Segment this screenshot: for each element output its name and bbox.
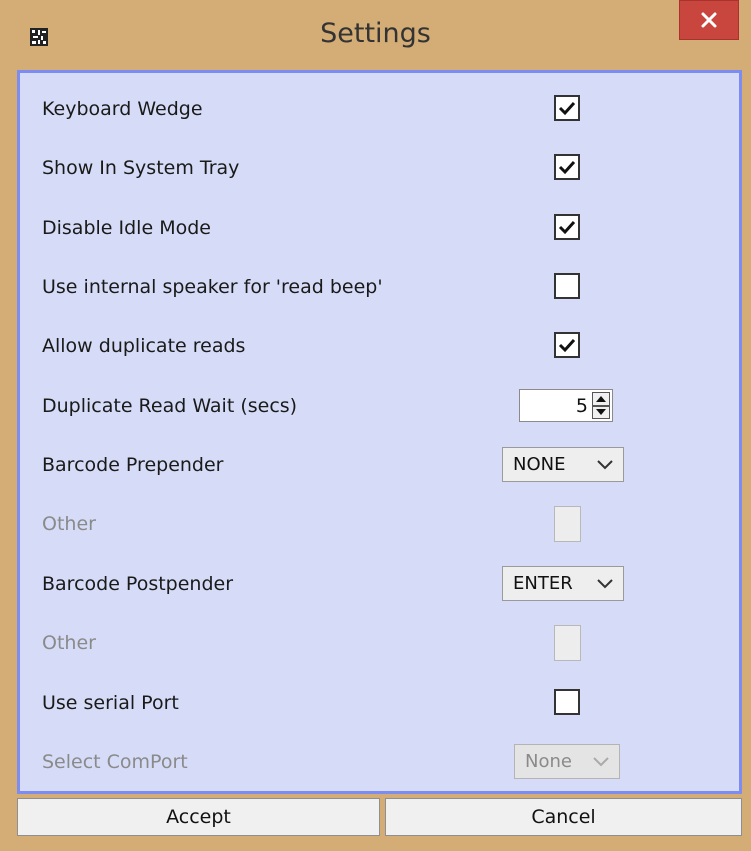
- allow-duplicates-checkbox[interactable]: [554, 332, 580, 358]
- com-port-label: Select ComPort: [42, 751, 188, 773]
- serial-port-label: Use serial Port: [42, 692, 179, 714]
- disable-idle-checkbox[interactable]: [554, 214, 580, 240]
- row-keyboard-wedge: Keyboard Wedge: [20, 89, 739, 129]
- cancel-button[interactable]: Cancel: [385, 798, 742, 836]
- show-in-tray-label: Show In System Tray: [42, 157, 240, 179]
- settings-panel: Keyboard Wedge Show In System Tray Disab…: [17, 70, 742, 794]
- com-port-value: None: [525, 751, 572, 772]
- prepender-value: NONE: [513, 454, 566, 475]
- checkmark-icon: [558, 220, 576, 235]
- close-button[interactable]: [679, 0, 739, 40]
- show-in-tray-checkbox[interactable]: [554, 154, 580, 180]
- row-serial-port: Use serial Port: [20, 683, 739, 723]
- row-prepender-other: Other: [20, 504, 739, 544]
- checkmark-icon: [558, 338, 576, 353]
- checkmark-icon: [558, 160, 576, 175]
- prepender-other-label: Other: [42, 513, 96, 535]
- row-postpender-other: Other: [20, 623, 739, 663]
- chevron-down-icon: [593, 757, 609, 767]
- row-show-in-tray: Show In System Tray: [20, 148, 739, 188]
- settings-window: Settings Keyboard Wedge Show In System T…: [0, 0, 751, 851]
- row-allow-duplicates: Allow duplicate reads: [20, 326, 739, 366]
- row-prepender: Barcode Prepender NONE: [20, 445, 739, 485]
- serial-port-checkbox[interactable]: [554, 689, 580, 715]
- duplicate-wait-label: Duplicate Read Wait (secs): [42, 395, 298, 417]
- spinner-down-button[interactable]: [592, 405, 610, 419]
- postpender-value: ENTER: [513, 573, 573, 594]
- window-title: Settings: [320, 18, 431, 49]
- postpender-label: Barcode Postpender: [42, 573, 234, 595]
- duplicate-wait-spinner[interactable]: 5: [519, 389, 613, 422]
- postpender-other-field: [554, 625, 581, 661]
- postpender-other-label: Other: [42, 632, 96, 654]
- chevron-down-icon: [597, 579, 613, 589]
- row-disable-idle: Disable Idle Mode: [20, 208, 739, 248]
- close-icon: [701, 12, 717, 28]
- spinner-buttons: [592, 392, 610, 419]
- prepender-select[interactable]: NONE: [502, 447, 624, 482]
- com-port-select: None: [514, 744, 620, 779]
- allow-duplicates-label: Allow duplicate reads: [42, 335, 246, 357]
- row-duplicate-wait: Duplicate Read Wait (secs) 5: [20, 386, 739, 426]
- keyboard-wedge-checkbox[interactable]: [554, 95, 580, 121]
- accept-button[interactable]: Accept: [17, 798, 380, 836]
- row-internal-speaker: Use internal speaker for 'read beep': [20, 267, 739, 307]
- chevron-down-icon: [597, 460, 613, 470]
- internal-speaker-label: Use internal speaker for 'read beep': [42, 276, 383, 298]
- row-com-port: Select ComPort None: [20, 742, 739, 782]
- disable-idle-label: Disable Idle Mode: [42, 217, 211, 239]
- prepender-other-field: [554, 506, 581, 542]
- prepender-label: Barcode Prepender: [42, 454, 224, 476]
- checkmark-icon: [558, 101, 576, 116]
- duplicate-wait-value[interactable]: 5: [576, 395, 588, 417]
- triangle-down-icon: [596, 409, 606, 416]
- internal-speaker-checkbox[interactable]: [554, 273, 580, 299]
- row-postpender: Barcode Postpender ENTER: [20, 564, 739, 604]
- triangle-up-icon: [596, 395, 606, 402]
- spinner-up-button[interactable]: [592, 392, 610, 406]
- keyboard-wedge-label: Keyboard Wedge: [42, 98, 203, 120]
- postpender-select[interactable]: ENTER: [502, 566, 624, 601]
- title-bar[interactable]: Settings: [0, 0, 751, 70]
